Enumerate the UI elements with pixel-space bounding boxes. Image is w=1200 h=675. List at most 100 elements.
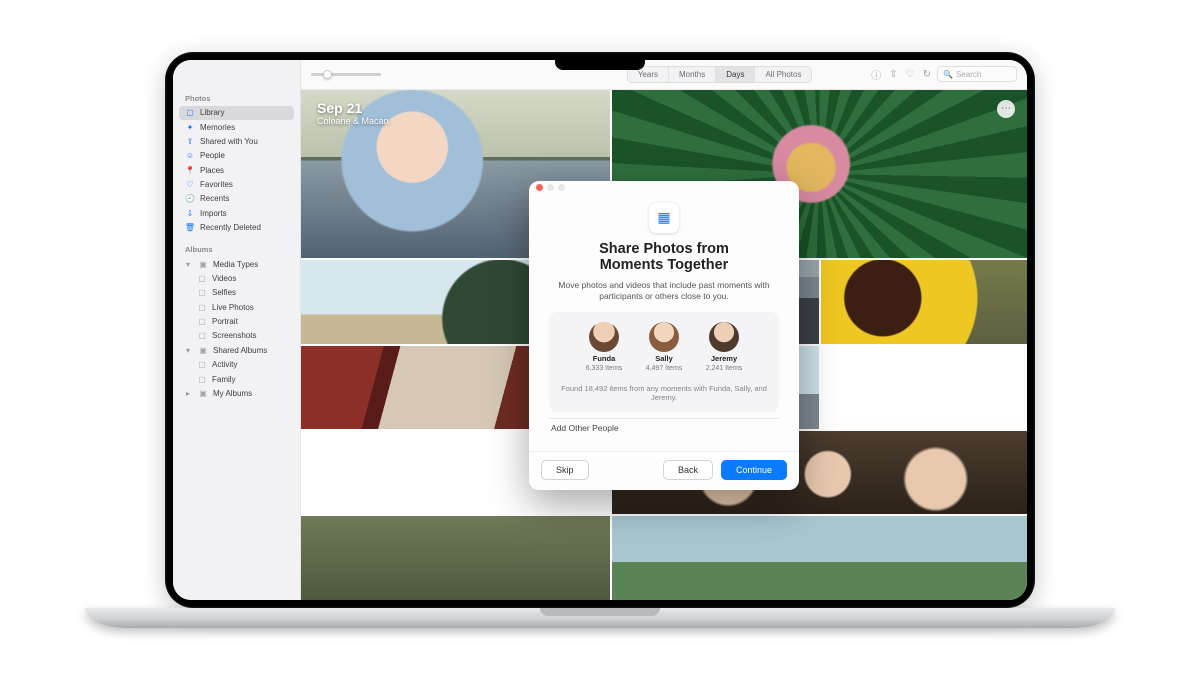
photo-tile[interactable] (821, 260, 1027, 343)
album-icon: ▢ (197, 360, 207, 370)
sidebar-group-shared-albums[interactable]: ▾ ▣ Shared Albums (179, 343, 294, 357)
sidebar-item-icon: ✦ (185, 122, 195, 132)
person-name: Funda (593, 354, 616, 363)
laptop-frame: Photos ▢Library✦Memories ⇪ Shared with You… (165, 52, 1035, 624)
sidebar-item-label: Selfies (212, 288, 236, 297)
folder-icon: ▣ (198, 259, 208, 269)
sidebar-group-label: My Albums (213, 389, 252, 398)
view-segmented-control[interactable]: YearsMonthsDaysAll Photos (627, 66, 813, 83)
sidebar-item-places[interactable]: 📍 Places (179, 163, 294, 177)
sidebar-group-label: Media Types (213, 260, 258, 269)
sidebar-item-label: Family (212, 375, 236, 384)
content-area: YearsMonthsDaysAll Photos ⓘ ⇪ ♡ ↻ 🔍 Sear… (301, 60, 1027, 600)
sidebar-item-screenshots[interactable]: ▢Screenshots (191, 329, 294, 343)
add-other-people-button[interactable]: Add Other People (549, 418, 779, 437)
sidebar-item-selfies[interactable]: ▢ Selfies (191, 286, 294, 300)
person-jeremy[interactable]: Jeremy 2,241 Items (701, 322, 747, 372)
sidebar-item-label: Places (200, 166, 224, 175)
sidebar-item-label: Screenshots (212, 331, 256, 340)
display-notch (555, 60, 645, 70)
info-icon[interactable]: ⓘ (871, 67, 881, 82)
person-funda[interactable]: Funda 6,333 Items (581, 322, 627, 372)
shared-library-icon: ▦ (649, 202, 679, 232)
sidebar-item-favorites[interactable]: ♡Favorites (179, 177, 294, 191)
sidebar-item-icon: ☺ (185, 151, 195, 161)
sidebar-item-people[interactable]: ☺ People (179, 149, 294, 163)
close-icon[interactable] (536, 184, 543, 191)
sidebar-item-imports[interactable]: ⇩ Imports (179, 206, 294, 220)
search-input[interactable]: 🔍 Search (937, 66, 1017, 82)
found-summary: Found 18,492 items from any moments with… (557, 384, 771, 402)
sidebar-item-icon: ▢ (185, 108, 195, 118)
person-count: 6,333 Items (586, 365, 623, 372)
sidebar-item-recents[interactable]: 🕘Recents (179, 192, 294, 206)
dialog-subtitle: Move photos and videos that include past… (549, 280, 779, 302)
person-count: 4,497 Items (646, 365, 683, 372)
person-name: Jeremy (711, 354, 737, 363)
dialog-titlebar (529, 180, 799, 194)
sidebar-heading-albums: Albums (179, 241, 294, 257)
sidebar-item-icon: 🕘 (185, 194, 195, 204)
sidebar-item-shared-with-you[interactable]: ⇪ Shared with You (179, 134, 294, 148)
sidebar-item-icon: ⇪ (185, 136, 195, 146)
sidebar-item-library[interactable]: ▢Library (179, 106, 294, 120)
album-icon: ▢ (197, 288, 207, 298)
dialog-title: Share Photos fromMoments Together (549, 240, 779, 273)
folder-icon: ▣ (198, 345, 208, 355)
segment-days[interactable]: Days (716, 67, 755, 82)
rotate-icon[interactable]: ↻ (923, 69, 931, 80)
search-placeholder: Search (956, 70, 981, 79)
sidebar-item-portrait[interactable]: ▢ Portrait (191, 314, 294, 328)
sidebar-item-memories[interactable]: ✦Memories (179, 120, 294, 134)
sidebar-item-recently-deleted[interactable]: 🗑Recently Deleted (179, 221, 294, 235)
skip-button[interactable]: Skip (541, 460, 589, 480)
avatar (589, 322, 619, 352)
folder-icon: ▣ (198, 388, 208, 398)
sidebar-item-activity[interactable]: ▢Activity (191, 358, 294, 372)
sidebar-item-videos[interactable]: ▢ Videos (191, 271, 294, 285)
segment-months[interactable]: Months (669, 67, 716, 82)
sidebar-group-my-albums[interactable]: ▸ ▣ My Albums (179, 386, 294, 400)
album-icon: ▢ (197, 273, 207, 283)
sidebar-item-live-photos[interactable]: ▢ Live Photos (191, 300, 294, 314)
chevron-right-icon: ▸ (185, 389, 191, 398)
photos-app: Photos ▢Library✦Memories ⇪ Shared with You… (173, 60, 1027, 600)
sidebar-item-icon: ⇩ (185, 208, 195, 218)
share-icon[interactable]: ⇪ (889, 69, 897, 80)
sidebar-group-media-types[interactable]: ▾ ▣ Media Types (179, 257, 294, 271)
sidebar-item-label: Portrait (212, 317, 238, 326)
person-count: 2,241 Items (706, 365, 743, 372)
sidebar-item-label: Imports (200, 209, 227, 218)
sidebar-item-label: Videos (212, 274, 236, 283)
sidebar-group-label: Shared Albums (213, 346, 267, 355)
album-icon: ▢ (197, 374, 207, 384)
sidebar: Photos ▢Library✦Memories ⇪ Shared with You… (173, 60, 301, 600)
sidebar-heading-photos: Photos (179, 90, 294, 106)
day-location: Coloane & Macao (317, 116, 389, 126)
share-moments-dialog: ▦ Share Photos fromMoments Together Move… (529, 180, 799, 489)
zoom-slider[interactable] (311, 73, 381, 76)
photo-tile[interactable] (301, 516, 610, 599)
avatar (649, 322, 679, 352)
sidebar-item-label: People (200, 151, 225, 160)
toolbar: YearsMonthsDaysAll Photos ⓘ ⇪ ♡ ↻ 🔍 Sear… (301, 60, 1027, 90)
album-icon: ▢ (197, 302, 207, 312)
album-icon: ▢ (197, 317, 207, 327)
more-icon[interactable]: ⋯ (997, 100, 1015, 118)
day-date: Sep 21 (317, 100, 389, 116)
avatar (709, 322, 739, 352)
back-button[interactable]: Back (663, 460, 713, 480)
photo-tile[interactable] (612, 516, 1027, 599)
favorite-icon[interactable]: ♡ (906, 69, 915, 80)
continue-button[interactable]: Continue (721, 460, 787, 480)
photo-grid: Sep 21 Coloane & Macao ⋯ (301, 90, 1027, 600)
sidebar-item-family[interactable]: ▢ Family (191, 372, 294, 386)
sidebar-item-label: Favorites (200, 180, 233, 189)
segment-all-photos[interactable]: All Photos (755, 67, 811, 82)
sidebar-item-icon: 📍 (185, 165, 195, 175)
sidebar-item-label: Live Photos (212, 303, 254, 312)
sidebar-item-label: Recently Deleted (200, 223, 261, 232)
sidebar-item-label: Shared with You (200, 137, 258, 146)
minimize-icon (547, 184, 554, 191)
person-sally[interactable]: Sally4,497 Items (641, 322, 687, 372)
